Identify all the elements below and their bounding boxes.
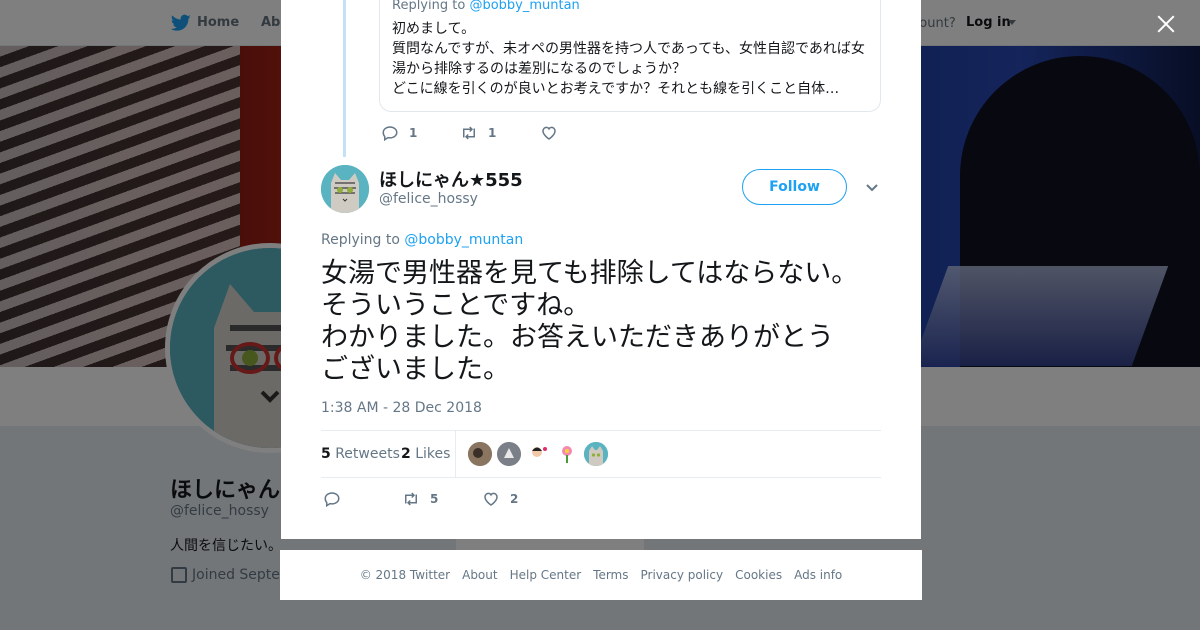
footer-link-ads-info[interactable]: Ads info (794, 568, 842, 582)
tweet-text: 女湯で男性器を見ても排除してはならない。 そういうことですね。 わかりました。お… (321, 258, 886, 386)
footer-copyright: © 2018 Twitter (359, 568, 451, 582)
liker-avatar[interactable] (555, 442, 579, 466)
footer-link-cookies[interactable]: Cookies (735, 568, 782, 582)
tweet-stats: 5 Retweets 2 Likes (321, 430, 881, 478)
liker-avatar[interactable] (497, 442, 521, 466)
tweet-text-line: わかりました。お答えいただきありがとう (321, 322, 834, 353)
quoted-tweet-line: 初めまして。 (392, 21, 476, 37)
replying-handle-link[interactable]: @bobby_muntan (404, 232, 523, 248)
footer-link-help-center[interactable]: Help Center (510, 568, 582, 582)
likes-count: 2 (401, 446, 411, 462)
reply-button[interactable] (323, 490, 351, 508)
like-button[interactable]: 2 (482, 490, 518, 508)
author-name[interactable]: ほしにゃん★555 (379, 166, 523, 192)
retweet-count: 5 (430, 492, 439, 506)
quoted-tweet-text: 初めまして。 質問なんですが、未オペの男性器を持つ人であっても、女性自認であれば… (392, 19, 872, 99)
tweet-text-line: そういうことですね。 (321, 290, 591, 321)
tweet-text-line: 女湯で男性器を見ても排除してはならない。 (321, 258, 859, 289)
retweet-icon (463, 126, 475, 140)
retweets-count: 5 (321, 446, 331, 462)
footer-link-privacy[interactable]: Privacy policy (641, 568, 724, 582)
like-icon (542, 126, 556, 140)
close-icon[interactable] (1152, 10, 1180, 38)
quoted-retweet-count: 1 (488, 126, 497, 140)
quoted-replying-to: Replying to @bobby_muntan (392, 0, 580, 13)
author-avatar[interactable] (321, 165, 369, 213)
footer-link-terms[interactable]: Terms (593, 568, 628, 582)
liker-avatar[interactable] (526, 442, 550, 466)
retweet-icon (405, 492, 417, 506)
stats-divider (455, 431, 456, 477)
quoted-reply-count: 1 (409, 126, 418, 140)
thread-connector-line (343, 0, 346, 157)
tweet-timestamp[interactable]: 1:38 AM - 28 Dec 2018 (321, 400, 482, 416)
liker-avatar[interactable] (468, 442, 492, 466)
replying-prefix: Replying to (321, 232, 400, 248)
quoted-reply-button[interactable]: 1 (381, 124, 417, 142)
follow-button[interactable]: Follow (742, 169, 847, 205)
replying-prefix: Replying to (392, 0, 466, 13)
quoted-retweet-button[interactable]: 1 (460, 124, 496, 142)
cat-avatar-icon (321, 165, 369, 213)
quoted-tweet-line: 湯から排除するのは差別になるのでしょうか？ (392, 61, 686, 77)
chevron-down-icon[interactable] (864, 181, 880, 195)
tweet-text-line: ございました。 (321, 354, 510, 385)
reply-icon (324, 492, 340, 508)
quoted-tweet-line: 質問なんですが、未オペの男性器を持つ人であっても、女性自認であれば女 (392, 41, 865, 57)
retweet-button[interactable]: 5 (402, 490, 438, 508)
retweets-label: Retweets (335, 446, 400, 462)
quoted-like-button[interactable] (540, 124, 568, 142)
quoted-tweet-line: どこに線を引くのが良いとお考えですか？それとも線を引くこと自体… (392, 81, 840, 97)
like-icon (484, 492, 498, 506)
reply-icon (382, 126, 398, 142)
likes-label: Likes (415, 446, 451, 462)
tweet-replying-to: Replying to @bobby_muntan (321, 232, 523, 248)
like-count: 2 (510, 492, 519, 506)
modal-footer: © 2018 Twitter About Help Center Terms P… (280, 550, 922, 600)
likes-stat[interactable]: 2 Likes (401, 446, 450, 462)
retweets-stat[interactable]: 5 Retweets (321, 446, 400, 462)
author-handle[interactable]: @felice_hossy (379, 191, 478, 207)
footer-link-about[interactable]: About (462, 568, 497, 582)
liker-avatar[interactable] (584, 442, 608, 466)
replying-handle-link[interactable]: @bobby_muntan (469, 0, 579, 13)
